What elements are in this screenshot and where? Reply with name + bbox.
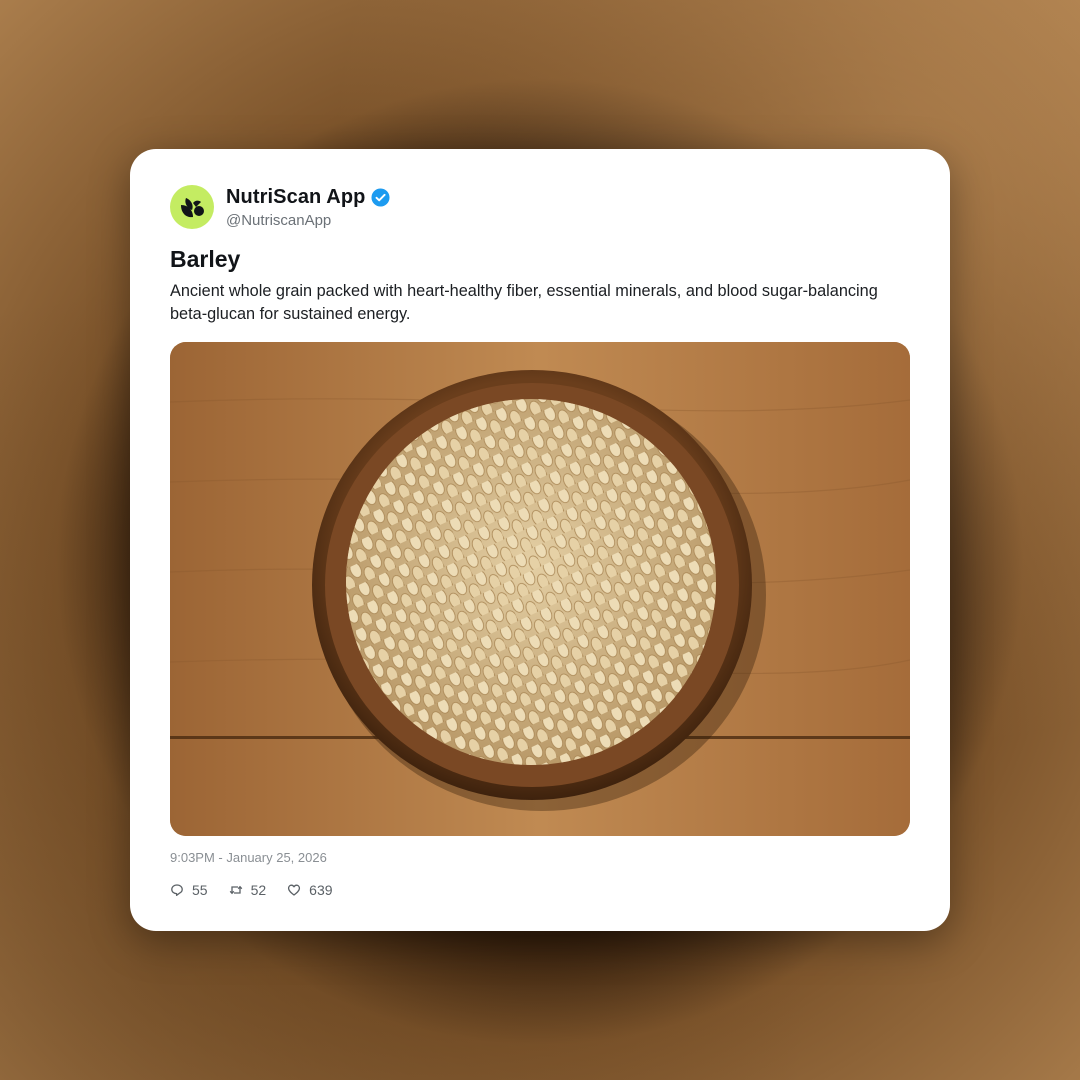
- author-display-name[interactable]: NutriScan App: [226, 186, 365, 209]
- repost-count: 52: [250, 882, 267, 898]
- engagement-stats: 55 52 639: [170, 880, 354, 900]
- avatar[interactable]: [170, 185, 214, 229]
- heart-icon: [288, 884, 301, 896]
- like-button[interactable]: 639: [287, 882, 333, 898]
- repost-button[interactable]: 52: [229, 882, 267, 898]
- reply-icon: [171, 884, 183, 897]
- repost-icon: [229, 885, 242, 895]
- name-row: NutriScan App: [226, 186, 390, 209]
- post-header: NutriScan App @NutriscanApp: [170, 185, 390, 229]
- like-count: 639: [309, 882, 333, 898]
- leaf-seed-logo-icon: [181, 198, 204, 218]
- post-card: NutriScan App @NutriscanApp Barley Ancie…: [130, 149, 950, 931]
- post-image[interactable]: [170, 342, 910, 836]
- post-body: Ancient whole grain packed with heart-he…: [170, 282, 878, 323]
- post-title: Barley: [170, 246, 241, 272]
- post-timestamp[interactable]: 9:03PM - January 25, 2026: [170, 850, 327, 865]
- author-identity: NutriScan App @NutriscanApp: [226, 186, 390, 229]
- verified-badge-icon: [371, 187, 390, 207]
- reply-button[interactable]: 55: [170, 882, 208, 898]
- reply-count: 55: [192, 882, 208, 898]
- author-handle[interactable]: @NutriscanApp: [226, 212, 390, 229]
